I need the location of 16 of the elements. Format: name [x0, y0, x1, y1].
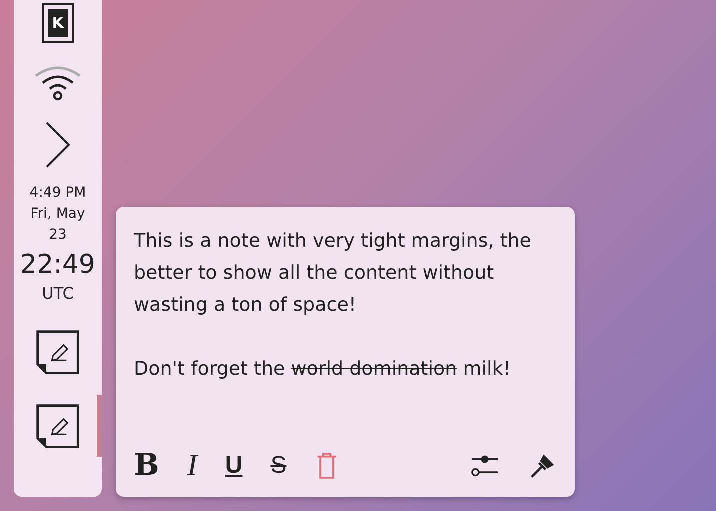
wifi-icon[interactable] — [33, 64, 83, 102]
bold-button[interactable]: B — [134, 449, 160, 483]
app-launcher-button[interactable]: K — [46, 7, 70, 39]
sticky-note-icon[interactable] — [34, 403, 82, 451]
clock-time: 4:49 PM — [30, 184, 86, 203]
underline-button[interactable]: U — [225, 449, 243, 483]
pin-icon[interactable] — [529, 452, 557, 480]
italic-button[interactable]: I — [187, 449, 198, 483]
utc-clock: 22:49 — [20, 250, 96, 280]
note-text: This is a note with very tight margins, the better to show all the content without wasting a ton of space! — [134, 229, 532, 318]
timezone-label: UTC — [42, 284, 74, 303]
chevron-right-icon[interactable] — [44, 121, 72, 169]
strike-button[interactable]: S — [270, 449, 287, 483]
clock-date: Fri, May 23 — [30, 205, 86, 245]
note-text: Don't forget the world domination milk! — [134, 357, 512, 382]
sticky-note-icon[interactable] — [34, 329, 82, 377]
